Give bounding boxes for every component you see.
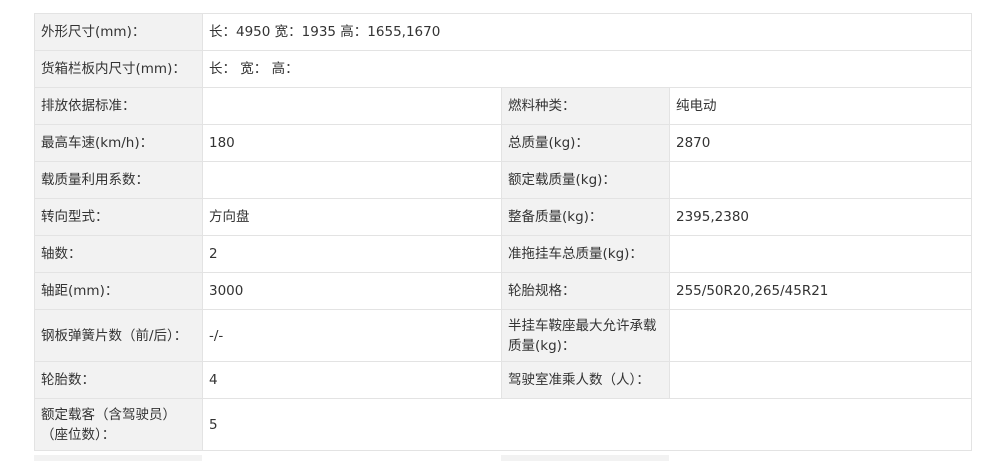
wheelbase-label: 轴距(mm)： — [34, 272, 203, 310]
rated-load-value — [669, 161, 972, 199]
total-mass-label: 总质量(kg)： — [501, 124, 670, 162]
seats-label: 额定载客（含驾驶员）（座位数）： — [34, 398, 203, 451]
table-row: 转向型式： 方向盘 整备质量(kg)： 2395,2380 — [34, 198, 972, 236]
leaf-springs-value: -/- — [202, 309, 502, 362]
table-row: 钢板弹簧片数（前/后）： -/- 半挂车鞍座最大允许承载质量(kg)： — [34, 309, 972, 362]
table-row: 载质量利用系数： 额定载质量(kg)： — [34, 161, 972, 199]
load-utilization-value — [202, 161, 502, 199]
trailer-mass-value — [669, 235, 972, 273]
leaf-springs-label: 钢板弹簧片数（前/后）： — [34, 309, 203, 362]
curb-weight-value: 2395,2380 — [669, 198, 972, 236]
curb-weight-label: 整备质量(kg)： — [501, 198, 670, 236]
rated-load-label: 额定载质量(kg)： — [501, 161, 670, 199]
fuel-type-label: 燃料种类： — [501, 87, 670, 125]
axles-value: 2 — [202, 235, 502, 273]
tire-count-label: 轮胎数： — [34, 361, 203, 399]
cab-occupants-value — [669, 361, 972, 399]
tire-spec-label: 轮胎规格： — [501, 272, 670, 310]
emission-standard-value — [202, 87, 502, 125]
table-row: 外形尺寸(mm)： 长：4950 宽：1935 高：1655,1670 — [34, 13, 972, 51]
table-row: 最高车速(km/h)： 180 总质量(kg)： 2870 — [34, 124, 972, 162]
saddle-load-value — [669, 309, 972, 362]
load-utilization-label: 载质量利用系数： — [34, 161, 203, 199]
total-mass-value: 2870 — [669, 124, 972, 162]
cargo-box-label: 货箱栏板内尺寸(mm)： — [34, 50, 203, 88]
emission-standard-label: 排放依据标准： — [34, 87, 203, 125]
max-speed-value: 180 — [202, 124, 502, 162]
tire-spec-value: 255/50R20,265/45R21 — [669, 272, 972, 310]
dimensions-value: 长：4950 宽：1935 高：1655,1670 — [202, 13, 972, 51]
steering-label: 转向型式： — [34, 198, 203, 236]
next-row-label-cell — [501, 455, 669, 461]
dimensions-label: 外形尺寸(mm)： — [34, 13, 203, 51]
saddle-load-label: 半挂车鞍座最大允许承载质量(kg)： — [501, 309, 670, 362]
max-speed-label: 最高车速(km/h)： — [34, 124, 203, 162]
table-row: 排放依据标准： 燃料种类： 纯电动 — [34, 87, 972, 125]
vehicle-spec-table: 外形尺寸(mm)： 长：4950 宽：1935 高：1655,1670 货箱栏板… — [34, 13, 972, 451]
next-row-label-cell — [34, 455, 202, 461]
wheelbase-value: 3000 — [202, 272, 502, 310]
table-row: 额定载客（含驾驶员）（座位数）： 5 — [34, 398, 972, 451]
table-row: 轴数： 2 准拖挂车总质量(kg)： — [34, 235, 972, 273]
table-row: 轮胎数： 4 驾驶室准乘人数（人）： — [34, 361, 972, 399]
seats-value: 5 — [202, 398, 972, 451]
table-row: 货箱栏板内尺寸(mm)： 长： 宽： 高： — [34, 50, 972, 88]
tire-count-value: 4 — [202, 361, 502, 399]
axles-label: 轴数： — [34, 235, 203, 273]
steering-value: 方向盘 — [202, 198, 502, 236]
cargo-box-value: 长： 宽： 高： — [202, 50, 972, 88]
trailer-mass-label: 准拖挂车总质量(kg)： — [501, 235, 670, 273]
fuel-type-value: 纯电动 — [669, 87, 972, 125]
table-row: 轴距(mm)： 3000 轮胎规格： 255/50R20,265/45R21 — [34, 272, 972, 310]
cab-occupants-label: 驾驶室准乘人数（人）： — [501, 361, 670, 399]
